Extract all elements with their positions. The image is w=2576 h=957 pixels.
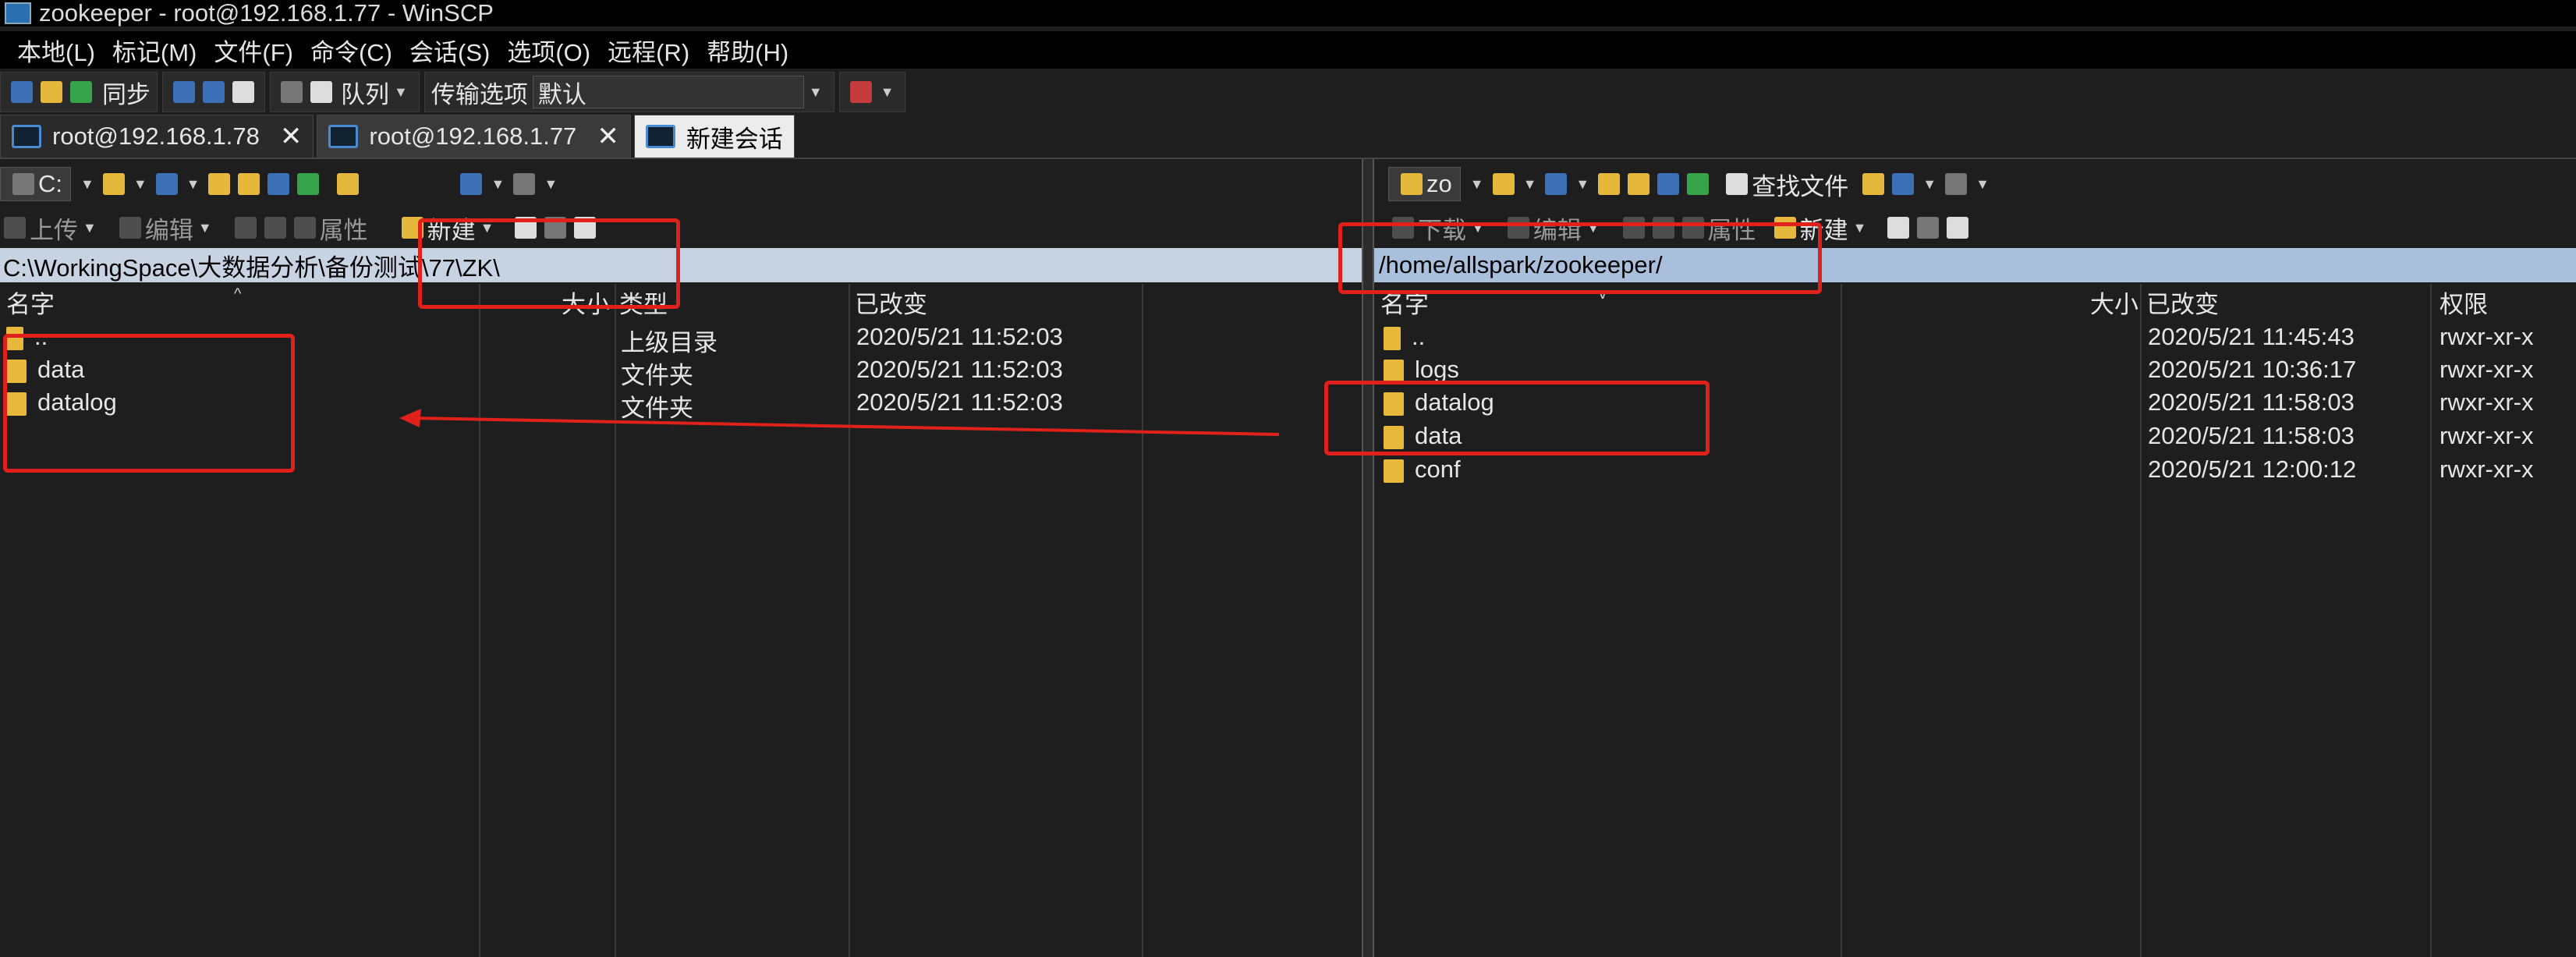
annotation-arrow bbox=[399, 409, 1280, 436]
